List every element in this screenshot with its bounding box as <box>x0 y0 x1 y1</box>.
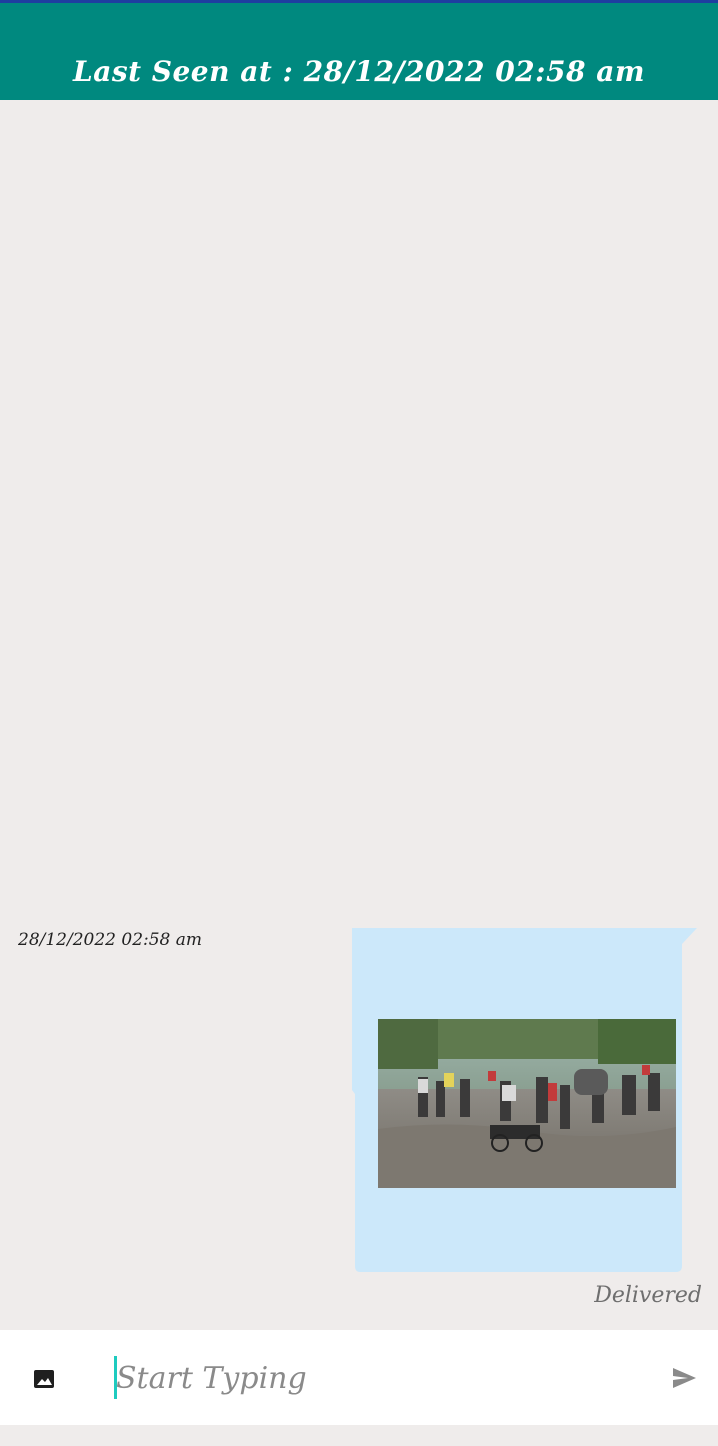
composer-bar <box>0 1330 718 1425</box>
message-input[interactable] <box>116 1352 636 1404</box>
image-icon[interactable] <box>30 1365 58 1393</box>
chat-header: Last Seen at : 28/12/2022 02:58 am <box>0 3 718 100</box>
bottom-strip <box>0 1425 718 1446</box>
send-icon[interactable] <box>670 1364 698 1392</box>
flood-photo[interactable] <box>378 1019 676 1188</box>
delivery-status: Delivered <box>594 1283 702 1308</box>
last-seen-text: Last Seen at : 28/12/2022 02:58 am <box>73 55 645 88</box>
message-timestamp: 28/12/2022 02:58 am <box>18 930 203 950</box>
